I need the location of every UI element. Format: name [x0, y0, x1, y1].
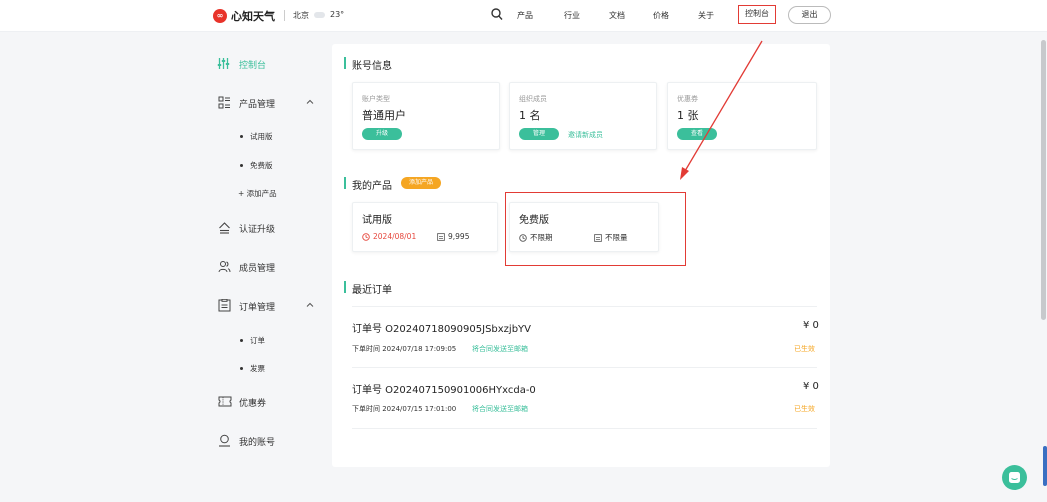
order-time: 下单时间 2024/07/15 17:01:00	[352, 405, 457, 413]
account-icon	[219, 434, 230, 447]
product-expiry-trial: 2024/08/01	[362, 232, 416, 241]
sidebar-item-console[interactable]: 控制台	[239, 58, 266, 71]
section-accent-bar	[344, 177, 346, 189]
sidebar-item-member-mgmt[interactable]: 成员管理	[239, 261, 275, 274]
list-icon	[218, 96, 230, 109]
sidebar-sub-orders[interactable]: 订单	[250, 335, 265, 346]
org-members-label: 组织成员	[519, 95, 547, 103]
account-type-label: 账户类型	[362, 95, 390, 103]
nav-industry[interactable]: 行业	[564, 10, 580, 21]
account-section-title: 账号信息	[352, 61, 392, 72]
product-quota-trial: 9,995	[437, 232, 469, 241]
invite-member-link[interactable]: 邀请新成员	[568, 130, 603, 140]
upgrade-icon	[219, 222, 230, 234]
send-contract-link[interactable]: 将合同发送至邮箱	[472, 404, 528, 414]
sliders-icon	[217, 58, 230, 69]
users-icon	[218, 261, 231, 273]
coupon-icon	[218, 396, 232, 407]
nav-about[interactable]: 关于	[698, 10, 714, 21]
order-time: 下单时间 2024/07/18 17:09:05	[352, 345, 457, 353]
order-amount: ¥ 0	[803, 320, 819, 331]
add-product-button[interactable]: 添加产品	[401, 177, 441, 189]
order-number[interactable]: 订单号 O20240718090905JSbxzjbYV	[352, 320, 531, 335]
nav-console[interactable]: 控制台	[738, 5, 776, 24]
product-name-trial: 试用版	[362, 215, 392, 226]
help-chat-button[interactable]	[1002, 465, 1027, 490]
order-amount: ¥ 0	[803, 381, 819, 392]
sidebar-sub-trial[interactable]: 试用版	[250, 131, 273, 142]
orders-section-title: 最近订单	[352, 285, 392, 296]
coupon-value: 1 张	[677, 109, 699, 122]
sidebar-item-product-mgmt[interactable]: 产品管理	[239, 97, 275, 110]
products-section-title: 我的产品	[352, 181, 392, 192]
order-icon	[218, 299, 231, 312]
logo-text: 心知天气	[231, 10, 275, 23]
scroll-edge-indicator	[1043, 446, 1047, 486]
sidebar-item-my-account[interactable]: 我的账号	[239, 435, 275, 448]
sidebar-sub-invoices[interactable]: 发票	[250, 363, 265, 374]
chevron-up-icon[interactable]	[306, 98, 314, 106]
quota-value: 9,995	[448, 232, 470, 241]
nav-docs[interactable]: 文档	[609, 10, 625, 21]
sidebar-sub-free[interactable]: 免费版	[250, 160, 273, 171]
bullet-dot	[240, 164, 243, 167]
clock-icon	[362, 232, 370, 241]
bullet-dot	[240, 367, 243, 370]
logo[interactable]: ∞ 心知天气	[213, 8, 275, 24]
chevron-up-icon[interactable]	[306, 301, 314, 309]
search-icon[interactable]	[491, 8, 503, 21]
send-contract-link[interactable]: 将合同发送至邮箱	[472, 344, 528, 354]
upgrade-button[interactable]: 升级	[362, 128, 402, 140]
sidebar-item-coupons[interactable]: 优惠券	[239, 396, 266, 409]
expiry-date: 2024/08/01	[373, 232, 417, 241]
coupon-label: 优惠券	[677, 95, 698, 103]
account-type-value: 普通用户	[362, 109, 406, 122]
bullet-dot	[240, 135, 243, 138]
nav-pricing[interactable]: 价格	[653, 10, 669, 21]
order-status: 已生效	[794, 345, 815, 353]
logo-mark-icon: ∞	[213, 9, 227, 23]
divider	[352, 306, 817, 307]
top-header: ∞ 心知天气 北京 23° 产品 行业 文档 价格 关于 控制台 退出	[0, 0, 1047, 32]
view-coupons-button[interactable]: 查看	[677, 128, 717, 140]
logout-button[interactable]: 退出	[788, 6, 831, 24]
bullet-dot	[240, 339, 243, 342]
annotation-highlight-box	[505, 192, 686, 266]
nav-products[interactable]: 产品	[517, 10, 533, 21]
section-accent-bar	[344, 281, 346, 293]
section-accent-bar	[344, 57, 346, 69]
chat-icon	[1009, 472, 1020, 483]
manage-button[interactable]: 管理	[519, 128, 559, 140]
order-number[interactable]: 订单号 O202407150901006HYxcda-0	[352, 381, 536, 396]
product-card-trial[interactable]	[352, 202, 498, 252]
divider	[352, 367, 817, 368]
cloud-icon	[314, 12, 325, 18]
weather-temperature: 23°	[330, 10, 345, 19]
sidebar-item-cert-upgrade[interactable]: 认证升级	[239, 222, 275, 235]
order-status: 已生效	[794, 405, 815, 413]
quota-icon	[437, 232, 445, 241]
weather-city: 北京	[293, 11, 309, 20]
org-members-value: 1 名	[519, 109, 541, 122]
sidebar-item-order-mgmt[interactable]: 订单管理	[239, 300, 275, 313]
sidebar-add-product[interactable]: + 添加产品	[238, 188, 277, 199]
header-divider	[284, 10, 285, 21]
divider	[352, 428, 817, 429]
scrollbar-thumb[interactable]	[1041, 40, 1046, 320]
